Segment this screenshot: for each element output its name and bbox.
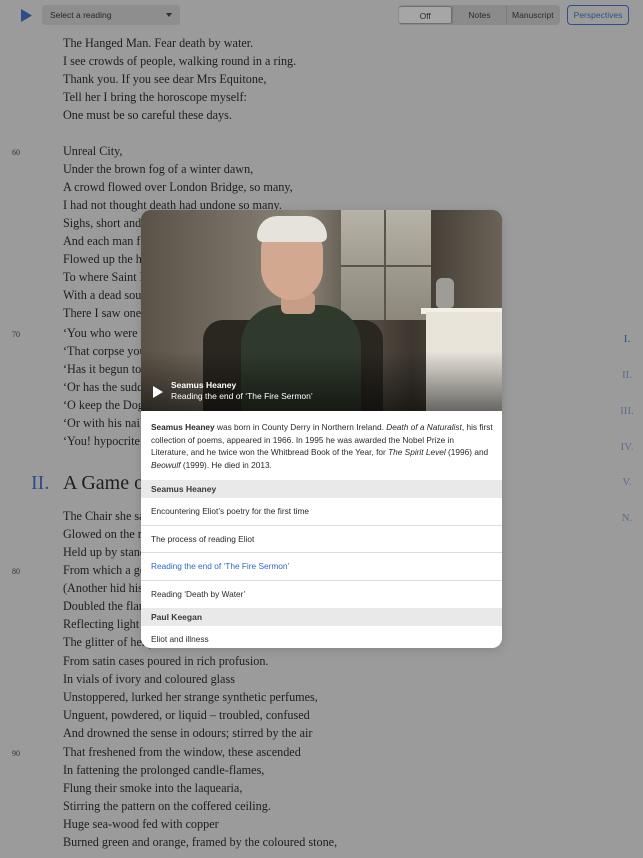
perspectives-list: Seamus Heaney Encountering Eliot’s poetr…: [141, 480, 502, 648]
poem-line: Tell her I bring the horoscope myself:: [63, 90, 247, 104]
poem-line: Glowed on the m: [63, 527, 148, 541]
chevron-down-icon: [166, 13, 172, 17]
line-number: 90: [12, 749, 20, 758]
list-item[interactable]: The process of reading Eliot: [141, 526, 502, 553]
line-number: 80: [12, 567, 20, 576]
poem-line: To where Saint M: [63, 270, 151, 284]
poem-line: Thank you. If you see dear Mrs Equitone,: [63, 72, 267, 86]
poem-line: Doubled the flam: [63, 599, 149, 613]
toolbar: Select a reading Off Notes Manuscript Pe…: [0, 0, 643, 30]
perspectives-button[interactable]: Perspectives: [567, 5, 629, 25]
section-nav-item[interactable]: II.: [612, 369, 642, 381]
group-heading: Seamus Heaney: [141, 480, 502, 498]
line-number: 70: [12, 330, 20, 339]
poem-line: Flung their smoke into the laquearia,: [63, 781, 243, 795]
section-nav-item[interactable]: I.: [612, 333, 642, 345]
poem-line: One must be so careful these days.: [63, 108, 232, 122]
mode-manuscript-button[interactable]: Manuscript: [505, 6, 559, 24]
poem-line: Unreal City,: [63, 144, 123, 158]
poem-line: A crowd flowed over London Bridge, so ma…: [63, 180, 293, 194]
poem-line: That freshened from the window, these as…: [63, 745, 301, 759]
poem-line: Under the brown fog of a winter dawn,: [63, 162, 254, 176]
section-number: II.: [31, 472, 50, 494]
section-nav-item[interactable]: IV.: [612, 441, 642, 453]
poem-line: ‘O keep the Dog: [63, 398, 144, 412]
poem-line: ‘You who were w: [63, 326, 150, 340]
section-title: A Game o: [63, 472, 145, 494]
speaker-bio: Seamus Heaney was born in County Derry i…: [151, 422, 493, 470]
poem-line: The Chair she sat: [63, 509, 148, 523]
poem-line: Stirring the pattern on the coffered cei…: [63, 799, 271, 813]
poem-line: From satin cases poured in rich profusio…: [63, 654, 269, 668]
perspectives-popover: Seamus Heaney Reading the end of ‘The Fi…: [141, 210, 502, 648]
poem-line: ‘Has it begun to s: [63, 362, 149, 376]
poem-line: ‘Or with his nails: [63, 416, 148, 430]
view-mode-segmented-control: Off Notes Manuscript: [398, 5, 560, 25]
video-player[interactable]: Seamus Heaney Reading the end of ‘The Fi…: [141, 210, 502, 411]
poem-line: In vials of ivory and coloured glass: [63, 672, 235, 686]
video-speaker: Seamus Heaney: [171, 380, 237, 390]
mode-notes-button[interactable]: Notes: [452, 6, 505, 24]
poem-line: There I saw one I: [63, 306, 149, 320]
list-item[interactable]: Encountering Eliot’s poetry for the firs…: [141, 498, 502, 526]
poem-line: Unguent, powdered, or liquid – troubled,…: [63, 708, 310, 722]
bio-name: Seamus Heaney: [151, 422, 215, 432]
poem-line: Huge sea-wood fed with copper: [63, 817, 219, 831]
line-number: 60: [12, 148, 20, 157]
poem-line: I see crowds of people, walking round in…: [63, 54, 297, 68]
poem-line: Flowed up the hil: [63, 252, 149, 266]
poem-line: Held up by stand: [63, 545, 146, 559]
poem-line: Sighs, short and i: [63, 216, 148, 230]
play-icon[interactable]: [153, 385, 163, 398]
section-nav-item[interactable]: V.: [612, 476, 642, 488]
list-item[interactable]: Reading ‘Death by Water’: [141, 581, 502, 609]
poem-line: Burned green and orange, framed by the c…: [63, 835, 338, 849]
poem-line: (Another hid his: [63, 581, 143, 595]
poem-line: From which a go: [63, 563, 146, 577]
play-icon[interactable]: [20, 9, 32, 22]
list-item-current[interactable]: Reading the end of ‘The Fire Sermon’: [141, 553, 502, 581]
group-heading: Paul Keegan: [141, 608, 502, 626]
list-item[interactable]: Eliot and illness: [141, 626, 502, 648]
section-nav-item[interactable]: III.: [612, 405, 642, 417]
mode-off-button[interactable]: Off: [399, 6, 453, 24]
video-caption: Reading the end of ‘The Fire Sermon’: [171, 391, 313, 401]
poem-line: ‘Or has the sudde: [63, 380, 149, 394]
poem-line: The glitter of her j: [63, 635, 153, 649]
poem-line: With a dead soun: [63, 288, 148, 302]
poem-line: Unstoppered, lurked her strange syntheti…: [63, 690, 318, 704]
poem-line: And each man fix: [63, 234, 150, 248]
reading-select[interactable]: Select a reading: [42, 5, 180, 25]
poem-line: The Hanged Man. Fear death by water.: [63, 36, 254, 50]
poem-line: In fattening the prolonged candle-flames…: [63, 763, 265, 777]
reading-select-label: Select a reading: [50, 10, 112, 20]
poem-line: And drowned the sense in odours; stirred…: [63, 726, 313, 740]
poem-line: ‘That corpse you: [63, 344, 146, 358]
poem-line: Reflecting light u: [63, 617, 149, 631]
section-nav-item[interactable]: N.: [612, 512, 642, 524]
poem-line: ‘You! hypocrite le: [63, 434, 152, 448]
